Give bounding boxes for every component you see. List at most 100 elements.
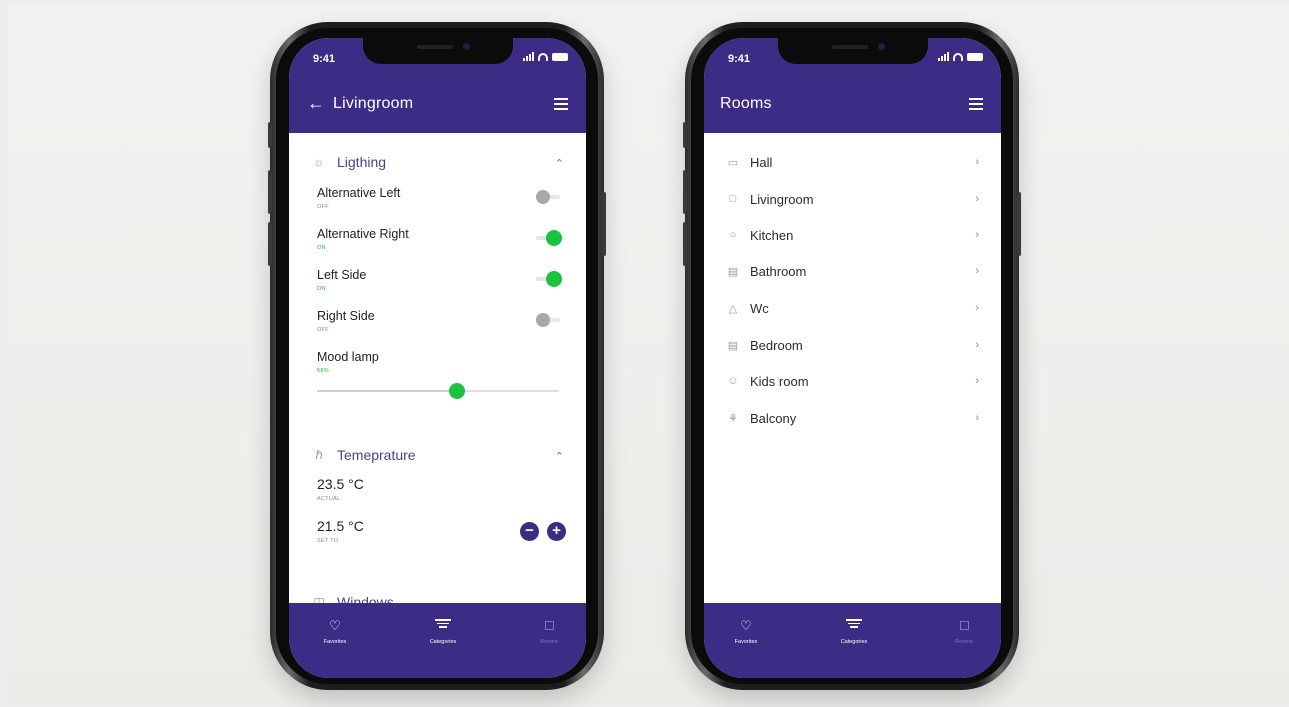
menu-icon[interactable] (554, 98, 568, 113)
tab-favorites[interactable]: ♡ Favorites (716, 618, 776, 646)
slider-handle[interactable] (449, 383, 466, 399)
room-item-kitchen[interactable]: ○ Kitchen › (724, 225, 979, 245)
signal-icon (938, 52, 949, 61)
decrease-button[interactable]: − (520, 522, 539, 541)
section-lighting-label: Ligthing (337, 154, 387, 170)
chevron-right-icon: › (975, 265, 979, 277)
signal-icon (523, 52, 534, 61)
room-label: Balcony (750, 410, 797, 426)
balcony-icon: ⚘ (728, 412, 738, 425)
backdrop (8, 4, 1289, 704)
livingroom-icon: □ (729, 193, 737, 205)
room-item-balcony[interactable]: ⚘ Balcony › (724, 408, 979, 428)
tab-rooms[interactable]: Rooms (934, 619, 994, 645)
bathroom-icon: ▤ (727, 265, 739, 278)
categories-icon (413, 619, 473, 635)
chevron-right-icon: › (975, 375, 979, 387)
tab-categories[interactable]: Categories (824, 619, 884, 645)
menu-icon[interactable] (969, 98, 983, 113)
tab-categories-label: Categories (840, 639, 868, 645)
chevron-right-icon: › (975, 193, 979, 205)
mood-lamp-slider[interactable] (317, 383, 559, 399)
room-item-kids-room[interactable]: ☺ Kids room › (724, 371, 979, 391)
tab-rooms-label: Rooms (540, 639, 558, 645)
tab-favorites-label: Favorites (734, 639, 758, 645)
toggle-alternative-left[interactable] (536, 190, 560, 204)
heart-icon: ♡ (329, 618, 341, 633)
page-title: Rooms (720, 95, 772, 112)
temperature-set: 21.5 °C (317, 518, 364, 534)
status-icons (523, 52, 568, 61)
room-label: Kids room (750, 373, 809, 389)
room-label: Hall (750, 154, 773, 170)
sun-icon: ☼ (313, 155, 325, 169)
light-label: Right Side (317, 309, 375, 323)
arrow-left-icon[interactable]: ← (307, 94, 325, 112)
kids-room-icon: ☺ (727, 375, 739, 387)
chevron-up-icon[interactable]: ⌃ (555, 450, 564, 463)
chevron-right-icon: › (975, 229, 979, 241)
room-item-livingroom[interactable]: □ Livingroom › (724, 189, 979, 209)
light-state: ON (317, 245, 326, 251)
section-lighting[interactable]: ☼ Ligthing (311, 154, 387, 170)
tab-categories-label: Categories (429, 639, 457, 645)
room-item-hall[interactable]: ▭ Hall › (724, 152, 979, 172)
chevron-right-icon: › (975, 302, 979, 314)
status-time: 9:41 (313, 53, 336, 65)
tab-rooms-label: Rooms (955, 639, 973, 645)
temperature-actual-label: ACTUAL (317, 496, 341, 502)
light-label: Alternative Right (317, 227, 409, 241)
toggle-right-side[interactable] (536, 313, 560, 327)
chevron-up-icon[interactable]: ⌃ (555, 157, 564, 170)
tab-bar: ♡ Favorites Categories Rooms (289, 603, 586, 678)
temperature-actual: 23.5 °C (317, 476, 364, 492)
room-label: Wc (750, 300, 769, 316)
room-item-wc[interactable]: △ Wc › (724, 298, 979, 318)
mood-lamp-value: 58% (317, 368, 329, 374)
rooms-screen: 9:41 Rooms ▭ Hall › □ Livingroom › ○ Kit… (704, 38, 1001, 678)
light-label: Left Side (317, 268, 367, 282)
bedroom-icon: ▤ (727, 339, 739, 352)
battery-icon (552, 52, 568, 61)
room-label: Livingroom (750, 191, 814, 207)
mood-lamp-label: Mood lamp (317, 350, 379, 364)
hall-icon: ▭ (727, 156, 739, 169)
categories-icon (824, 619, 884, 635)
room-item-bathroom[interactable]: ▤ Bathroom › (724, 261, 979, 281)
kitchen-icon: ○ (729, 229, 737, 241)
chevron-right-icon: › (975, 156, 979, 168)
room-label: Bathroom (750, 263, 807, 279)
status-icons (938, 52, 983, 61)
increase-button[interactable]: + (547, 522, 566, 541)
toggle-left-side[interactable] (536, 271, 562, 287)
chevron-right-icon: › (975, 339, 979, 351)
wc-icon: △ (728, 302, 738, 315)
light-state: OFF (317, 327, 329, 333)
thermometer-icon: ℏ (315, 448, 323, 462)
phone-livingroom: 9:41 ← Livingroom ☼ Ligthing ⌃ Alternati… (268, 22, 606, 690)
heart-icon: ♡ (740, 618, 752, 633)
battery-icon (967, 52, 983, 61)
tab-categories[interactable]: Categories (413, 619, 473, 645)
toggle-alternative-right[interactable] (536, 230, 562, 246)
tab-favorites[interactable]: ♡ Favorites (305, 618, 365, 646)
chevron-right-icon: › (975, 412, 979, 424)
tab-bar: ♡ Favorites Categories Rooms (704, 603, 1001, 678)
page-title: Livingroom (333, 95, 414, 112)
section-temperature-label: Temeprature (337, 447, 416, 463)
light-state: ON (317, 286, 326, 292)
light-state: OFF (317, 204, 329, 210)
rooms-icon (934, 619, 994, 635)
phone-rooms: 9:41 Rooms ▭ Hall › □ Livingroom › ○ Kit… (683, 22, 1021, 690)
room-item-bedroom[interactable]: ▤ Bedroom › (724, 335, 979, 355)
section-temperature[interactable]: ℏ Temeprature (311, 447, 416, 463)
tab-favorites-label: Favorites (323, 639, 347, 645)
status-time: 9:41 (728, 53, 751, 65)
wifi-icon (538, 52, 548, 61)
tab-rooms[interactable]: Rooms (519, 619, 579, 645)
room-label: Bedroom (750, 337, 803, 353)
room-label: Kitchen (750, 227, 794, 243)
livingroom-screen: 9:41 ← Livingroom ☼ Ligthing ⌃ Alternati… (289, 38, 586, 678)
wifi-icon (953, 52, 963, 61)
light-label: Alternative Left (317, 186, 401, 200)
